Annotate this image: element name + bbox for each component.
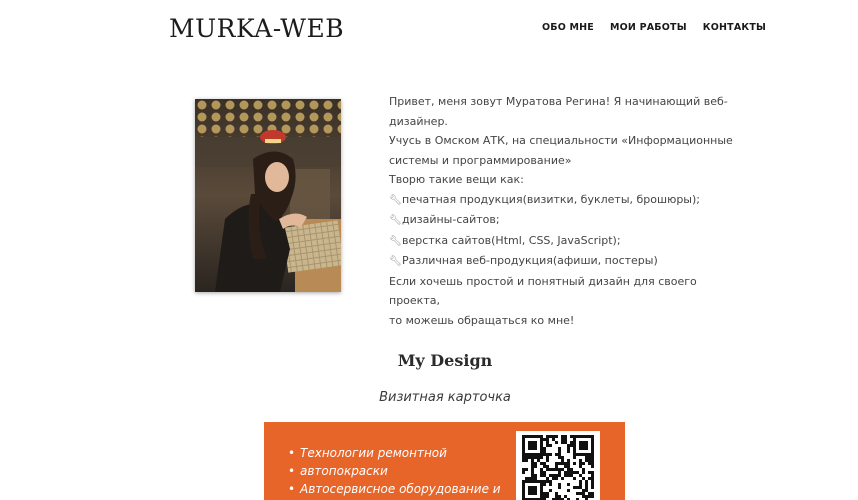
about-text: Привет, меня зовут Муратова Регина! Я на… [389,92,734,330]
skill-item: 🔧︎верстка сайтов(Html, CSS, JavaScript); [389,231,734,252]
site-logo[interactable]: MURKA-WEB [169,14,344,43]
skill-item: 🔧︎дизайны-сайтов; [389,210,734,231]
about-line: Учусь в Омском АТК, на специальности «Ин… [389,134,733,147]
card-bullet-continuation: автопокраски [288,462,501,480]
skill-label: Различная веб-продукция(афиши, постеры) [402,254,658,267]
about-line: системы и программирование» [389,153,572,167]
wrench-icon: 🔧︎ [389,256,402,267]
wrench-icon: 🔧︎ [389,235,402,247]
wrench-icon: 🔧︎ [389,215,402,226]
about-line: Привет, меня зовут Муратова Регина! Я на… [389,95,728,108]
card-bullet-list: Технологии ремонтной автопокраски Автосе… [288,444,501,498]
profile-photo [195,99,341,292]
about-line: то можешь обращаться ко мне! [389,313,575,327]
wrench-icon: 🔧︎ [389,194,402,206]
about-line: дизайнер. [389,114,448,128]
skill-item: 🔧︎печатная продукция(визитки, буклеты, б… [389,190,734,211]
about-line: Если хочешь простой и понятный дизайн дл… [389,274,697,308]
card-bullet: Автосервисное оборудование и [288,480,501,498]
about-line: Творю такие вещи как: [389,173,524,186]
skill-label: печатная продукция(визитки, буклеты, бро… [402,192,700,206]
card-bullet: Технологии ремонтной [288,444,501,462]
skill-label: дизайны-сайтов; [402,213,500,226]
nav-link-contacts[interactable]: КОНТАКТЫ [703,22,766,33]
skill-label: верстка сайтов(Html, CSS, JavaScript); [402,233,621,247]
portfolio-subtitle: Визитная карточка [379,390,511,405]
nav-link-about[interactable]: ОБО МНЕ [542,22,594,33]
qr-code-icon [516,431,600,500]
skill-item: 🔧︎Различная веб-продукция(афиши, постеры… [389,251,734,272]
nav-link-works[interactable]: МОИ РАБОТЫ [610,22,687,33]
section-title: My Design [397,351,493,370]
main-nav: ОБО МНЕ МОИ РАБОТЫ КОНТАКТЫ [542,22,766,33]
